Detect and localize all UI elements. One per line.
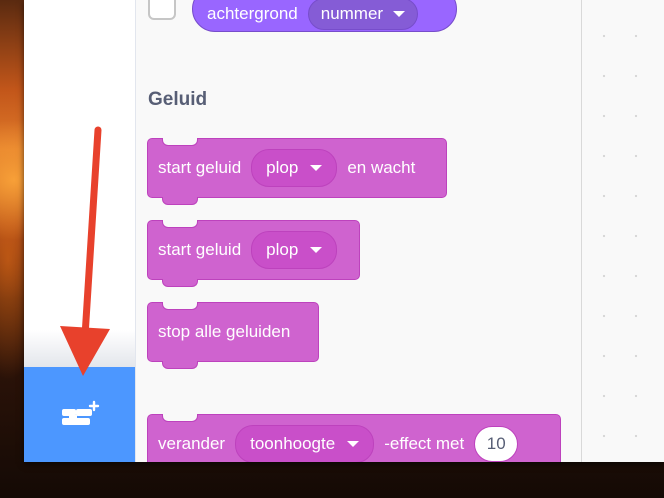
- annotation-arrow: [60, 126, 110, 376]
